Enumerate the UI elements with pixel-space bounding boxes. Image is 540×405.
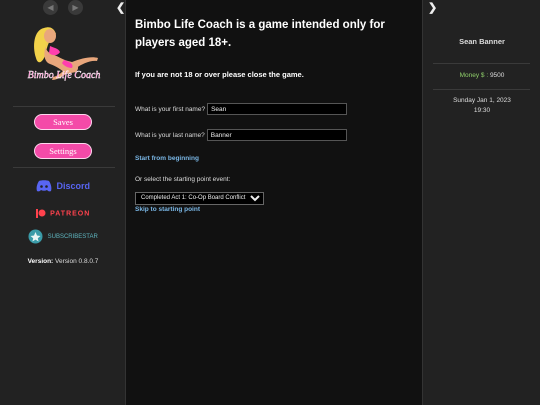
status-divider bbox=[433, 63, 530, 64]
passage: Bimbo Life Coach is a game intended only… bbox=[126, 0, 422, 405]
starting-point-select[interactable]: Completed Act 1: Co-Op Board Conflict bbox=[135, 191, 264, 205]
select-label: Or select the starting point event: bbox=[135, 176, 231, 183]
subscribestar-link[interactable]: SUBSCRIBESTAR bbox=[0, 228, 126, 246]
chevron-right-icon: ❯ bbox=[428, 2, 438, 14]
sidebar-divider bbox=[13, 106, 115, 107]
patreon-link[interactable]: PATREON bbox=[0, 205, 126, 223]
logo-text: Bimbo Life Coach bbox=[28, 70, 101, 81]
money-label: Money $ : bbox=[459, 72, 489, 79]
history-back-button[interactable]: ◀ bbox=[43, 0, 58, 15]
datetime-display: Sunday Jan 1, 2023 19:30 bbox=[423, 96, 540, 116]
discord-link[interactable]: Discord bbox=[0, 177, 126, 195]
first-name-row: What is your first name? bbox=[135, 103, 414, 115]
skip-to-starting-point-link[interactable]: Skip to starting point bbox=[135, 206, 414, 213]
game-logo: Bimbo Life Coach bbox=[27, 27, 101, 81]
settings-button[interactable]: Settings bbox=[34, 143, 92, 159]
collapse-sidebar-button[interactable]: ❮ bbox=[116, 2, 126, 14]
discord-icon bbox=[36, 180, 52, 192]
age-warning: If you are not 18 or over please close t… bbox=[135, 70, 304, 79]
history-forward-button[interactable]: ▶ bbox=[68, 0, 83, 15]
last-name-row: What is your last name? bbox=[135, 129, 414, 141]
version-info: Version: Version 0.8.0.7 bbox=[0, 258, 126, 265]
last-name-label: What is your last name? bbox=[135, 131, 205, 139]
last-name-field[interactable] bbox=[206, 129, 347, 141]
money-value: 9500 bbox=[489, 72, 505, 79]
arrow-right-icon: ▶ bbox=[72, 3, 79, 12]
first-name-label: What is your first name? bbox=[135, 105, 206, 113]
first-name-field[interactable] bbox=[207, 103, 348, 115]
patreon-label: PATREON bbox=[50, 210, 91, 218]
subscribestar-icon bbox=[28, 229, 43, 244]
left-sidebar: ◀ ▶ ❮ Bimbo Life Coach Saves Settings Di… bbox=[0, 0, 126, 405]
saves-button[interactable]: Saves bbox=[34, 114, 92, 130]
page-title: Bimbo Life Coach is a game intended only… bbox=[135, 19, 385, 49]
patreon-icon bbox=[35, 209, 46, 219]
subscribestar-label: SUBSCRIBESTAR bbox=[47, 233, 98, 240]
chevron-left-icon: ❮ bbox=[116, 2, 126, 14]
version-value: Version 0.8.0.7 bbox=[55, 258, 99, 265]
discord-label: Discord bbox=[56, 180, 90, 191]
sidebar-divider bbox=[13, 167, 115, 168]
version-label: Version: bbox=[27, 258, 54, 265]
arrow-left-icon: ◀ bbox=[47, 3, 54, 12]
time-text: 19:30 bbox=[473, 107, 491, 114]
collapse-right-sidebar-button[interactable]: ❯ bbox=[428, 2, 438, 14]
date-text: Sunday Jan 1, 2023 bbox=[453, 97, 511, 104]
player-name: Sean Banner bbox=[459, 37, 505, 46]
right-sidebar: ❯ Sean Banner Money $ : 9500 Sunday Jan … bbox=[422, 0, 540, 405]
status-divider bbox=[433, 89, 530, 90]
start-from-beginning-link[interactable]: Start from beginning bbox=[135, 155, 414, 162]
money-display: Money $ : 9500 bbox=[423, 72, 540, 79]
